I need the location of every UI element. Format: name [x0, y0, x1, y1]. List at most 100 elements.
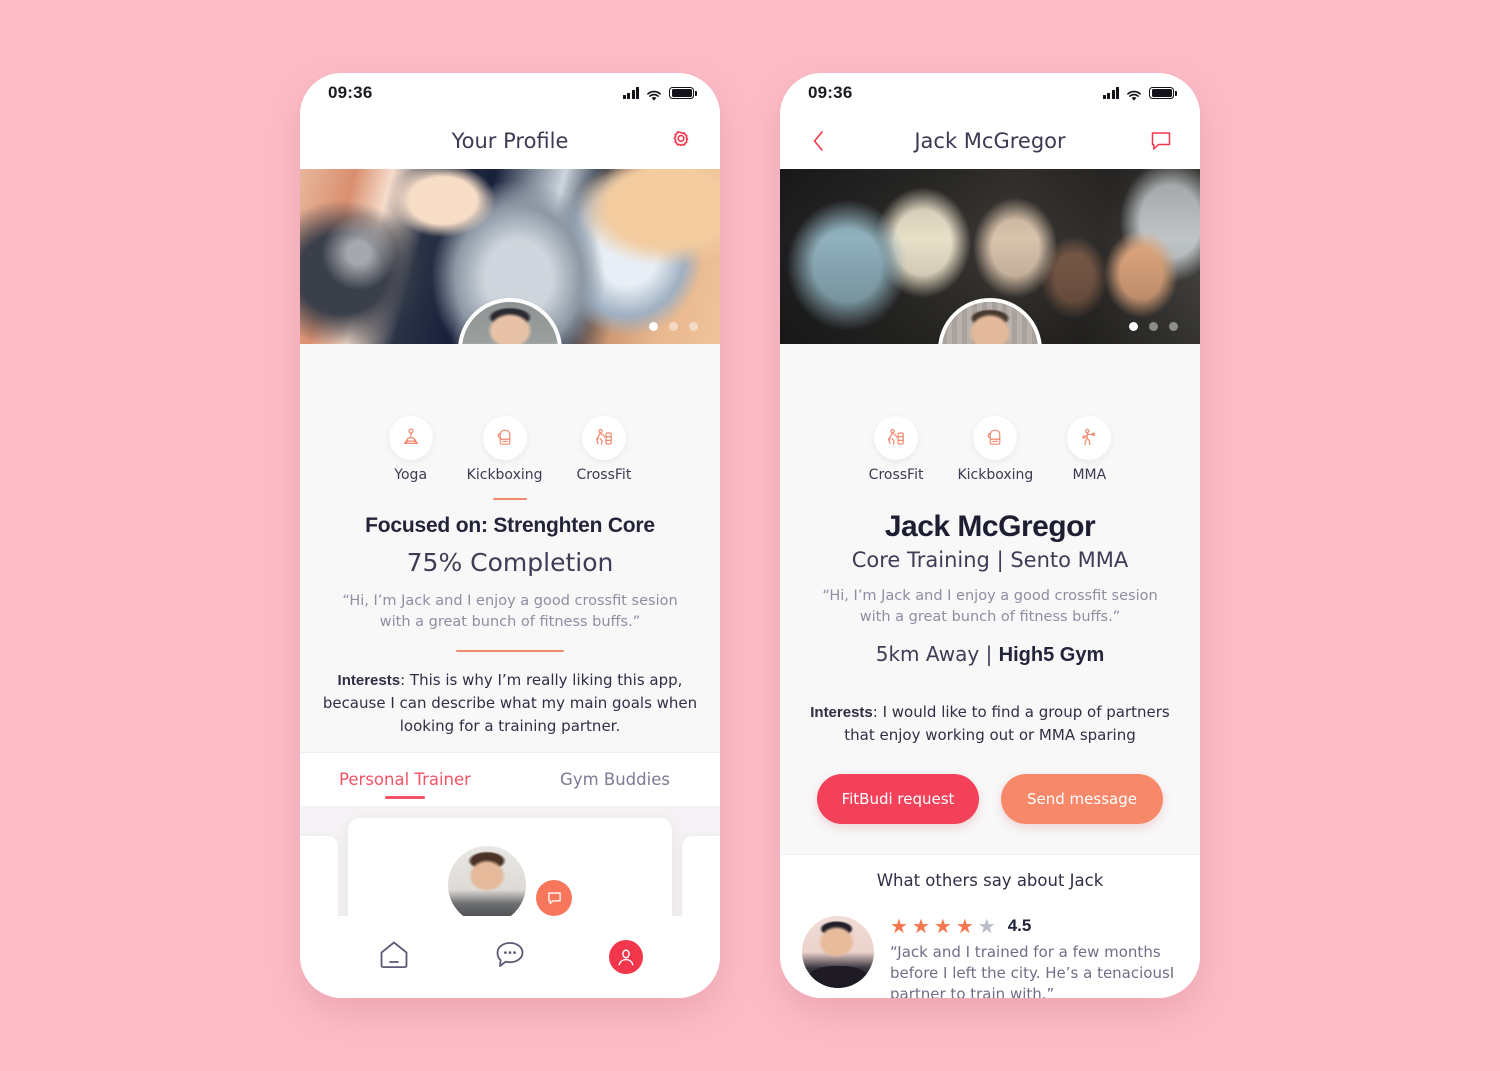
boxing-glove-icon	[988, 429, 1001, 445]
divider	[493, 498, 527, 500]
carousel-dot-2[interactable]	[669, 322, 678, 331]
profile-content-left: Yoga Kickboxing CrossFit Focused on: Str…	[300, 344, 720, 998]
cellular-signal-icon	[1102, 87, 1119, 100]
carousel-dots[interactable]	[649, 322, 698, 331]
interest-yoga[interactable]: Yoga	[388, 416, 433, 483]
carousel-dot-2[interactable]	[1149, 322, 1158, 331]
gym-name: High5 Gym	[998, 644, 1105, 667]
battery-full-icon	[669, 86, 697, 100]
nav-home-button[interactable]	[377, 939, 411, 975]
nav-left-spacer	[324, 126, 354, 156]
interest-icon-circle	[482, 416, 527, 460]
buddy-card[interactable]	[348, 818, 672, 916]
interest-icon-circle	[581, 416, 626, 460]
message-button[interactable]	[1146, 126, 1176, 156]
focused-on-heading: Focused on: Strenghten Core	[365, 514, 655, 537]
avatar[interactable]	[938, 298, 1042, 344]
carousel-dots[interactable]	[1129, 322, 1178, 331]
interest-label: MMA	[1072, 467, 1107, 483]
chat-bubble-icon	[547, 892, 561, 904]
tab-personal-trainer[interactable]: Personal Trainer	[300, 753, 510, 806]
chat-dots-icon	[496, 942, 524, 967]
reviews-heading: What others say about Jack	[780, 853, 1200, 906]
phone-your-profile: 09:36 Your Profile Yoga Kickboxing Cross…	[300, 73, 720, 998]
bottom-navigation	[300, 916, 720, 998]
wifi-icon	[1126, 87, 1142, 101]
rating-row: ★ ★ ★ ★ ★ 4.5	[890, 916, 1178, 936]
page-title: Your Profile	[451, 129, 569, 153]
interests-paragraph: Interests: I would like to find a group …	[780, 701, 1200, 748]
profile-content-right: CrossFit Kickboxing MMA Jack McGregor Co…	[780, 344, 1200, 998]
interest-crossfit[interactable]: CrossFit	[868, 416, 924, 483]
interest-icon-circle	[1067, 416, 1112, 460]
interest-icon-circle	[973, 416, 1018, 460]
status-icons	[1102, 86, 1177, 101]
carousel-dot-3[interactable]	[689, 322, 698, 331]
profile-tabs: Personal Trainer Gym Buddies	[300, 752, 720, 807]
interests-body: : I would like to find a group of partne…	[844, 703, 1170, 745]
star-5: ★	[977, 913, 996, 938]
interest-mma[interactable]: MMA	[1067, 416, 1112, 483]
interest-label: CrossFit	[576, 467, 632, 483]
reviewer-avatar[interactable]	[802, 915, 874, 988]
back-button[interactable]	[804, 126, 834, 156]
cellular-signal-icon	[622, 87, 639, 100]
interest-icons-row: CrossFit Kickboxing MMA	[780, 344, 1200, 483]
hero-carousel-left[interactable]	[300, 169, 720, 344]
distance-and-gym: 5km Away | High5 Gym	[780, 642, 1200, 667]
bio-text: “Hi, I’m Jack and I enjoy a good crossfi…	[822, 588, 1158, 626]
completion-text: 75% Completion	[406, 548, 614, 577]
fitbudi-request-button[interactable]: FitBudi request	[817, 773, 979, 824]
profile-subtitle: Core Training | Sento MMA	[851, 548, 1129, 572]
avatar-wrapper	[938, 298, 1042, 344]
settings-button[interactable]	[666, 126, 696, 156]
avatar[interactable]	[458, 298, 562, 344]
interest-label: Kickboxing	[957, 467, 1034, 483]
gear-icon	[673, 131, 689, 147]
person-icon	[618, 949, 634, 966]
interest-kickboxing[interactable]: Kickboxing	[467, 416, 543, 483]
interests-paragraph: Interests: This is why I’m really liking…	[300, 669, 720, 739]
action-buttons: FitBudi request Send message	[780, 773, 1200, 854]
mockup-stage: 09:36 Your Profile Yoga Kickboxing Cross…	[0, 0, 1500, 1071]
crossfit-icon	[888, 428, 904, 445]
send-message-button[interactable]: Send message	[1001, 773, 1163, 824]
interest-label: CrossFit	[868, 467, 924, 483]
interest-kickboxing[interactable]: Kickboxing	[957, 416, 1033, 483]
nav-profile-button[interactable]	[609, 940, 643, 974]
interests-label: Interests	[337, 671, 401, 689]
crossfit-icon	[595, 428, 612, 445]
carousel-dot-1[interactable]	[649, 322, 658, 331]
review-line-1: “Jack and I trained for a few months	[890, 942, 1161, 961]
buddy-chat-button[interactable]	[536, 880, 572, 916]
status-bar-left: 09:36	[300, 73, 720, 113]
status-time: 09:36	[808, 83, 853, 102]
interest-label: Kickboxing	[466, 467, 543, 483]
yoga-icon	[403, 428, 418, 444]
interest-crossfit[interactable]: CrossFit	[576, 416, 632, 483]
review-line-2: before I left the city. He’s a tenacious…	[890, 963, 1175, 982]
buddy-carousel[interactable]	[300, 806, 720, 916]
carousel-dot-3[interactable]	[1169, 322, 1178, 331]
chat-bubble-outline-icon	[1151, 132, 1171, 150]
page-title: Jack McGregor	[914, 129, 1066, 153]
wifi-icon	[646, 87, 662, 101]
bio-text: “Hi, I’m Jack and I enjoy a good crossfi…	[342, 593, 678, 631]
carousel-dot-1[interactable]	[1129, 322, 1138, 331]
hero-carousel-right[interactable]	[780, 169, 1200, 344]
divider-wide	[456, 650, 564, 652]
status-icons	[622, 86, 697, 101]
interest-icon-circle	[874, 416, 919, 460]
star-2: ★	[911, 913, 930, 938]
tab-gym-buddies[interactable]: Gym Buddies	[510, 753, 720, 806]
nav-messages-button[interactable]	[493, 939, 527, 975]
profile-name: Jack McGregor	[884, 510, 1096, 543]
buddy-avatar[interactable]	[448, 846, 526, 916]
battery-full-icon	[1149, 86, 1177, 100]
buddy-card-peek-right[interactable]	[682, 836, 720, 916]
star-1: ★	[890, 913, 908, 938]
star-4: ★	[955, 913, 974, 938]
mma-fighter-icon	[1082, 428, 1096, 446]
review-item: ★ ★ ★ ★ ★ 4.5 “Jack and I trained for a …	[780, 905, 1200, 998]
buddy-card-peek-left[interactable]	[300, 836, 338, 916]
